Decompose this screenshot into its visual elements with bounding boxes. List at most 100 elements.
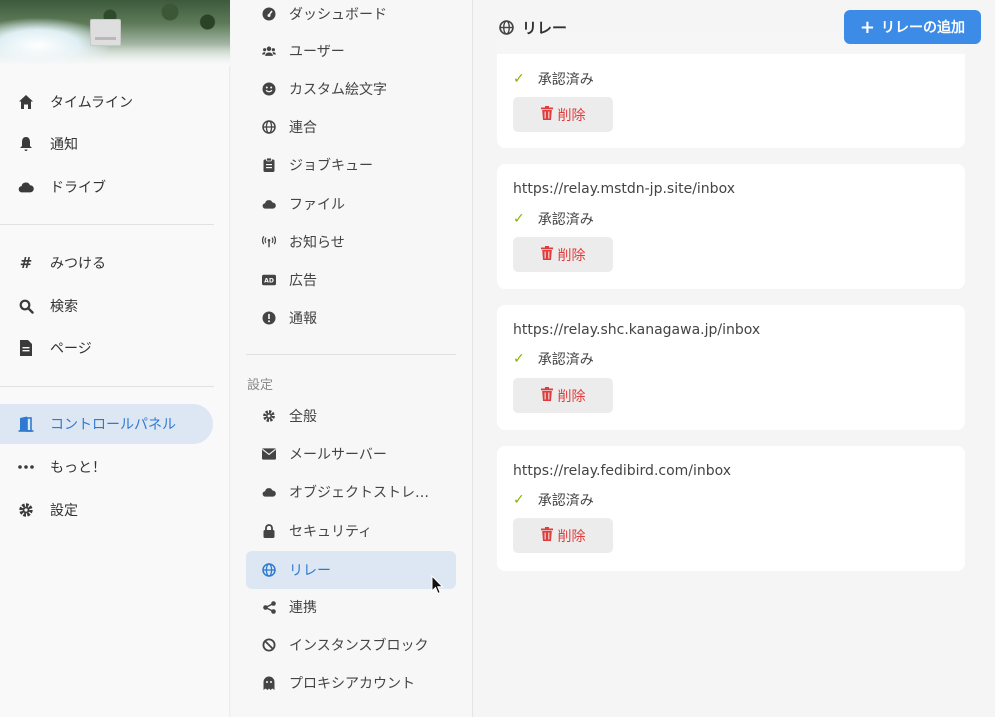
gauge-icon: [262, 7, 276, 21]
relay-card: https://relay.fedibird.com/inbox ✓ 承認済み …: [497, 446, 965, 571]
menu-item-label: プロキシアカウント: [289, 676, 415, 692]
nav-item-explore[interactable]: # みつける: [0, 244, 214, 282]
trash-icon: [540, 526, 553, 545]
menu-item-reports[interactable]: 通報: [246, 300, 456, 336]
menu-item-federation[interactable]: 連合: [246, 109, 456, 145]
nav-item-more[interactable]: もっと！: [0, 448, 214, 486]
nav-item-drive[interactable]: ドライブ: [0, 168, 214, 206]
instance-banner: [0, 0, 230, 66]
delete-label: 削除: [557, 247, 586, 264]
relay-card: https://relay.shc.kanagawa.jp/inbox ✓ 承認…: [497, 305, 965, 430]
trash-icon: [540, 245, 553, 264]
menu-item-label: ダッシュボード: [289, 7, 387, 23]
menu-item-label: オブジェクトストレ…: [289, 485, 429, 501]
check-icon: ✓: [513, 211, 525, 227]
menu-item-label: リレー: [289, 563, 331, 579]
clipboard-icon: [262, 158, 276, 172]
main-navigation: タイムライン 通知 ドライブ # みつける 検索 ページ コントロールパネル も…: [0, 0, 230, 717]
menu-item-object-storage[interactable]: オブジェクトストレ…: [246, 474, 456, 510]
nav-item-settings[interactable]: 設定: [0, 491, 214, 529]
home-icon: [18, 94, 34, 110]
relay-page: ✓ 承認済み 削除 https://relay.mstdn-jp.site/in…: [474, 0, 995, 717]
nav-item-search[interactable]: 検索: [0, 287, 214, 325]
ad-icon: AD: [262, 273, 276, 287]
gear-icon: [262, 409, 276, 423]
relay-status: ✓ 承認済み: [513, 490, 594, 510]
cloud-icon: [262, 485, 276, 499]
menu-item-email-server[interactable]: メールサーバー: [246, 436, 456, 472]
menu-item-users[interactable]: ユーザー: [246, 33, 456, 69]
delete-button[interactable]: 削除: [513, 518, 613, 553]
add-relay-button[interactable]: + リレーの追加: [843, 10, 981, 44]
bell-icon: [18, 136, 34, 152]
menu-item-label: 広告: [289, 273, 317, 289]
page-title: リレー: [522, 18, 568, 37]
nav-item-label: 通知: [50, 137, 78, 153]
nav-divider: [0, 224, 214, 225]
globe-icon: [262, 120, 276, 134]
menu-divider: [246, 354, 456, 355]
check-icon: ✓: [513, 492, 525, 508]
menu-item-dashboard[interactable]: ダッシュボード: [246, 0, 456, 32]
nav-item-timeline[interactable]: タイムライン: [0, 83, 214, 121]
delete-button[interactable]: 削除: [513, 378, 613, 413]
menu-item-proxy-account[interactable]: プロキシアカウント: [246, 665, 456, 701]
menu-item-label: 通報: [289, 311, 317, 327]
svg-text:AD: AD: [264, 278, 274, 285]
relay-card: https://relay.mstdn-jp.site/inbox ✓ 承認済み…: [497, 164, 965, 289]
nav-item-label: ドライブ: [50, 180, 106, 196]
trash-icon: [540, 386, 553, 405]
lock-icon: [262, 524, 276, 538]
nav-item-control-panel[interactable]: コントロールパネル: [0, 404, 213, 444]
nav-item-label: コントロールパネル: [50, 417, 176, 433]
menu-item-custom-emoji[interactable]: カスタム絵文字: [246, 71, 456, 107]
delete-label: 削除: [557, 107, 586, 124]
delete-button[interactable]: 削除: [513, 237, 613, 272]
nav-item-notifications[interactable]: 通知: [0, 125, 214, 163]
menu-item-integrations[interactable]: 連携: [246, 589, 456, 625]
menu-item-label: 全般: [289, 409, 317, 425]
menu-item-files[interactable]: ファイル: [246, 186, 456, 222]
relay-url: https://relay.mstdn-jp.site/inbox: [513, 181, 735, 197]
menu-item-job-queue[interactable]: ジョブキュー: [246, 147, 456, 183]
add-relay-label: リレーの追加: [881, 20, 965, 36]
check-icon: ✓: [513, 351, 525, 367]
instance-icon[interactable]: [90, 19, 121, 46]
menu-item-label: インスタンスブロック: [289, 638, 429, 654]
delete-label: 削除: [557, 528, 586, 545]
menu-item-general[interactable]: 全般: [246, 398, 456, 434]
menu-item-ads[interactable]: AD 広告: [246, 262, 456, 298]
menu-item-security[interactable]: セキュリティ: [246, 513, 456, 549]
menu-item-label: セキュリティ: [289, 524, 373, 540]
ghost-icon: [262, 676, 276, 690]
menu-item-instance-block[interactable]: インスタンスブロック: [246, 627, 456, 663]
menu-item-label: メールサーバー: [289, 447, 387, 463]
settings-heading: 設定: [247, 378, 274, 393]
share-icon: [262, 600, 276, 614]
menu-item-label: ユーザー: [289, 44, 345, 60]
nav-item-label: ページ: [50, 341, 92, 357]
delete-button[interactable]: 削除: [513, 97, 613, 132]
globe-icon: [498, 19, 514, 35]
nav-item-label: タイムライン: [50, 95, 134, 111]
menu-item-label: お知らせ: [289, 235, 345, 251]
nav-divider: [0, 386, 214, 387]
search-icon: [18, 298, 34, 314]
menu-item-label: ジョブキュー: [289, 158, 373, 174]
mouse-cursor-icon: [431, 575, 444, 595]
nav-item-pages[interactable]: ページ: [0, 329, 214, 367]
menu-item-relays[interactable]: リレー: [246, 551, 456, 589]
hash-icon: #: [19, 254, 33, 272]
door-icon: [18, 416, 34, 432]
relay-status-text: 承認済み: [537, 493, 594, 509]
broadcast-icon: [262, 235, 276, 249]
relay-status: ✓ 承認済み: [513, 349, 594, 369]
relay-url: https://relay.fedibird.com/inbox: [513, 463, 732, 479]
nav-item-label: 設定: [50, 503, 78, 519]
relay-status-text: 承認済み: [537, 352, 594, 368]
cloud-icon: [18, 179, 34, 195]
menu-item-announcements[interactable]: お知らせ: [246, 224, 456, 260]
page-icon: [18, 340, 34, 356]
ellipsis-icon: [18, 459, 34, 475]
relay-status-text: 承認済み: [537, 72, 594, 88]
